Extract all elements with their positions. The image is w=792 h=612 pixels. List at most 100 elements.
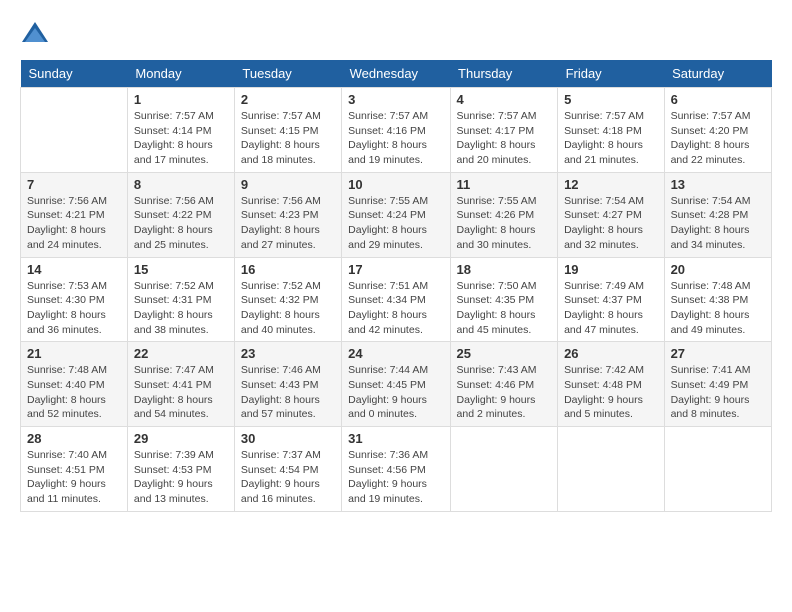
day-header-wednesday: Wednesday (342, 60, 450, 88)
day-detail: Sunrise: 7:56 AMSunset: 4:23 PMDaylight:… (241, 194, 335, 253)
calendar-cell: 15 Sunrise: 7:52 AMSunset: 4:31 PMDayligh… (127, 257, 234, 342)
calendar-week-4: 21Sunrise: 7:48 AMSunset: 4:40 PMDayligh… (21, 342, 772, 427)
day-number: 3 (348, 92, 443, 107)
page-header (20, 20, 772, 50)
day-number: 14 (27, 262, 121, 277)
day-number: 25 (457, 346, 552, 361)
day-number: 7 (27, 177, 121, 192)
day-detail: Sunrise: 7:39 AMSunset: 4:53 PMDaylight:… (134, 448, 228, 507)
calendar-cell: 7 Sunrise: 7:56 AMSunset: 4:21 PMDaylight… (21, 172, 128, 257)
calendar-cell: 4Sunrise: 7:57 AMSunset: 4:17 PMDaylight… (450, 88, 558, 173)
day-detail: Sunrise: 7:43 AMSunset: 4:46 PMDaylight:… (457, 363, 552, 422)
day-detail: Sunrise: 7:56 AMSunset: 4:22 PMDaylight:… (134, 194, 228, 253)
day-number: 8 (134, 177, 228, 192)
day-number: 22 (134, 346, 228, 361)
day-detail: Sunrise: 7:41 AMSunset: 4:49 PMDaylight:… (671, 363, 765, 422)
day-number: 24 (348, 346, 443, 361)
calendar-cell: 16 Sunrise: 7:52 AMSunset: 4:32 PMDayligh… (234, 257, 341, 342)
day-detail: Sunrise: 7:48 AMSunset: 4:38 PMDaylight:… (671, 279, 765, 338)
day-number: 17 (348, 262, 443, 277)
day-detail: Sunrise: 7:52 AMSunset: 4:31 PMDaylight:… (134, 279, 228, 338)
calendar-cell: 23 Sunrise: 7:46 AMSunset: 4:43 PMDayligh… (234, 342, 341, 427)
calendar-table: SundayMondayTuesdayWednesdayThursdayFrid… (20, 60, 772, 512)
day-detail: Sunrise: 7:36 AMSunset: 4:56 PMDaylight:… (348, 448, 443, 507)
calendar-cell: 17 Sunrise: 7:51 AMSunset: 4:34 PMDayligh… (342, 257, 450, 342)
day-number: 18 (457, 262, 552, 277)
day-detail: Sunrise: 7:57 AMSunset: 4:16 PMDaylight:… (348, 109, 443, 168)
calendar-cell (450, 427, 558, 512)
day-number: 6 (671, 92, 765, 107)
day-detail: Sunrise: 7:57 AMSunset: 4:18 PMDaylight:… (564, 109, 658, 168)
calendar-cell: 8 Sunrise: 7:56 AMSunset: 4:22 PMDaylight… (127, 172, 234, 257)
calendar-cell: 18Sunrise: 7:50 AMSunset: 4:35 PMDayligh… (450, 257, 558, 342)
logo (20, 20, 54, 50)
calendar-cell: 11Sunrise: 7:55 AMSunset: 4:26 PMDayligh… (450, 172, 558, 257)
calendar-cell: 1Sunrise: 7:57 AMSunset: 4:14 PMDaylight… (127, 88, 234, 173)
day-detail: Sunrise: 7:44 AMSunset: 4:45 PMDaylight:… (348, 363, 443, 422)
day-detail: Sunrise: 7:54 AMSunset: 4:28 PMDaylight:… (671, 194, 765, 253)
day-header-sunday: Sunday (21, 60, 128, 88)
day-number: 19 (564, 262, 658, 277)
day-number: 12 (564, 177, 658, 192)
calendar-cell: 3 Sunrise: 7:57 AMSunset: 4:16 PMDaylight… (342, 88, 450, 173)
day-detail: Sunrise: 7:46 AMSunset: 4:43 PMDaylight:… (241, 363, 335, 422)
day-header-friday: Friday (558, 60, 665, 88)
calendar-cell: 13 Sunrise: 7:54 AMSunset: 4:28 PMDayligh… (664, 172, 771, 257)
calendar-header-row: SundayMondayTuesdayWednesdayThursdayFrid… (21, 60, 772, 88)
day-number: 5 (564, 92, 658, 107)
calendar-week-1: 1Sunrise: 7:57 AMSunset: 4:14 PMDaylight… (21, 88, 772, 173)
day-number: 15 (134, 262, 228, 277)
calendar-cell: 25 Sunrise: 7:43 AMSunset: 4:46 PMDayligh… (450, 342, 558, 427)
day-detail: Sunrise: 7:49 AMSunset: 4:37 PMDaylight:… (564, 279, 658, 338)
day-detail: Sunrise: 7:40 AMSunset: 4:51 PMDaylight:… (27, 448, 121, 507)
day-header-saturday: Saturday (664, 60, 771, 88)
day-detail: Sunrise: 7:57 AMSunset: 4:14 PMDaylight:… (134, 109, 228, 168)
calendar-cell: 26 Sunrise: 7:42 AMSunset: 4:48 PMDayligh… (558, 342, 665, 427)
day-number: 27 (671, 346, 765, 361)
calendar-cell: 29 Sunrise: 7:39 AMSunset: 4:53 PMDayligh… (127, 427, 234, 512)
day-number: 23 (241, 346, 335, 361)
calendar-cell: 20 Sunrise: 7:48 AMSunset: 4:38 PMDayligh… (664, 257, 771, 342)
day-detail: Sunrise: 7:55 AMSunset: 4:24 PMDaylight:… (348, 194, 443, 253)
day-detail: Sunrise: 7:52 AMSunset: 4:32 PMDaylight:… (241, 279, 335, 338)
day-detail: Sunrise: 7:47 AMSunset: 4:41 PMDaylight:… (134, 363, 228, 422)
day-detail: Sunrise: 7:42 AMSunset: 4:48 PMDaylight:… (564, 363, 658, 422)
calendar-week-5: 28 Sunrise: 7:40 AMSunset: 4:51 PMDayligh… (21, 427, 772, 512)
day-number: 29 (134, 431, 228, 446)
logo-icon (20, 20, 50, 50)
calendar-cell: 28 Sunrise: 7:40 AMSunset: 4:51 PMDayligh… (21, 427, 128, 512)
calendar-cell: 22 Sunrise: 7:47 AMSunset: 4:41 PMDayligh… (127, 342, 234, 427)
calendar-cell (558, 427, 665, 512)
day-number: 20 (671, 262, 765, 277)
calendar-cell: 14 Sunrise: 7:53 AMSunset: 4:30 PMDayligh… (21, 257, 128, 342)
day-header-thursday: Thursday (450, 60, 558, 88)
calendar-cell: 5 Sunrise: 7:57 AMSunset: 4:18 PMDaylight… (558, 88, 665, 173)
day-detail: Sunrise: 7:57 AMSunset: 4:15 PMDaylight:… (241, 109, 335, 168)
day-detail: Sunrise: 7:54 AMSunset: 4:27 PMDaylight:… (564, 194, 658, 253)
day-detail: Sunrise: 7:56 AMSunset: 4:21 PMDaylight:… (27, 194, 121, 253)
calendar-cell: 9Sunrise: 7:56 AMSunset: 4:23 PMDaylight… (234, 172, 341, 257)
calendar-cell: 12 Sunrise: 7:54 AMSunset: 4:27 PMDayligh… (558, 172, 665, 257)
calendar-week-2: 7 Sunrise: 7:56 AMSunset: 4:21 PMDaylight… (21, 172, 772, 257)
day-number: 10 (348, 177, 443, 192)
day-number: 26 (564, 346, 658, 361)
day-detail: Sunrise: 7:37 AMSunset: 4:54 PMDaylight:… (241, 448, 335, 507)
day-number: 4 (457, 92, 552, 107)
day-detail: Sunrise: 7:51 AMSunset: 4:34 PMDaylight:… (348, 279, 443, 338)
day-number: 30 (241, 431, 335, 446)
day-header-tuesday: Tuesday (234, 60, 341, 88)
day-number: 16 (241, 262, 335, 277)
calendar-cell: 10 Sunrise: 7:55 AMSunset: 4:24 PMDayligh… (342, 172, 450, 257)
day-number: 31 (348, 431, 443, 446)
calendar-cell: 2 Sunrise: 7:57 AMSunset: 4:15 PMDaylight… (234, 88, 341, 173)
day-detail: Sunrise: 7:57 AMSunset: 4:20 PMDaylight:… (671, 109, 765, 168)
day-header-monday: Monday (127, 60, 234, 88)
day-detail: Sunrise: 7:55 AMSunset: 4:26 PMDaylight:… (457, 194, 552, 253)
day-number: 13 (671, 177, 765, 192)
day-number: 28 (27, 431, 121, 446)
calendar-cell: 19 Sunrise: 7:49 AMSunset: 4:37 PMDayligh… (558, 257, 665, 342)
calendar-cell (664, 427, 771, 512)
calendar-cell: 30 Sunrise: 7:37 AMSunset: 4:54 PMDayligh… (234, 427, 341, 512)
day-number: 2 (241, 92, 335, 107)
day-detail: Sunrise: 7:53 AMSunset: 4:30 PMDaylight:… (27, 279, 121, 338)
